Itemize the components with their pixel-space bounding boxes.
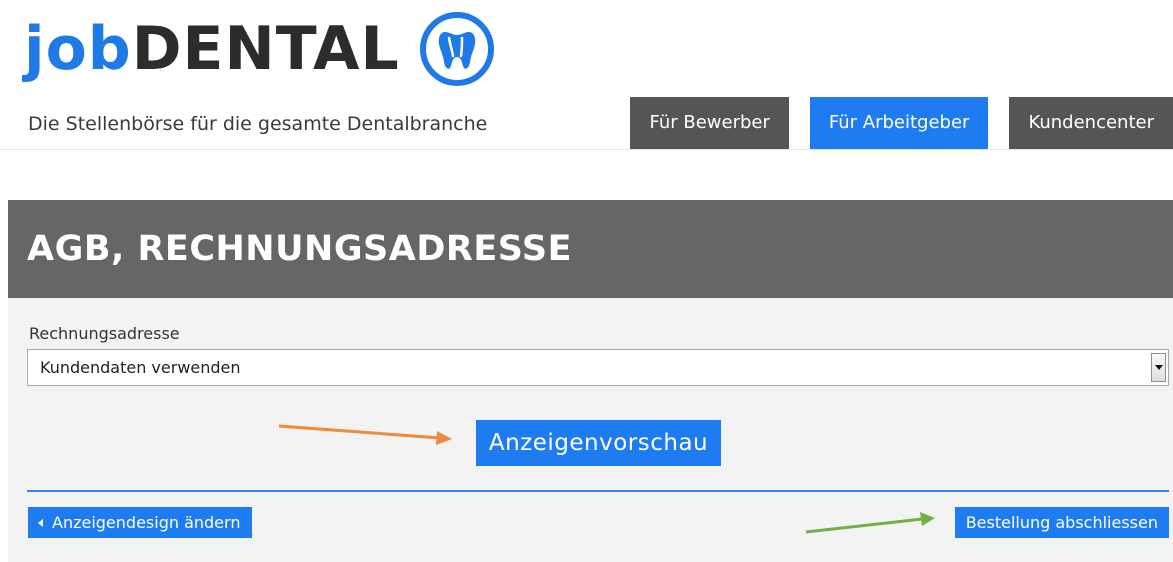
- billing-section: AGB, RECHNUNGSADRESSE Rechnungsadresse K…: [8, 200, 1173, 562]
- logo-dental-text: DENTAL: [131, 14, 400, 84]
- tagline: Die Stellenbörse für die gesamte Dentalb…: [28, 113, 488, 135]
- chevron-down-icon[interactable]: [1151, 353, 1166, 382]
- section-divider: [27, 490, 1169, 492]
- page-title: AGB, RECHNUNGSADRESSE: [27, 229, 573, 269]
- caret-left-icon: [38, 518, 43, 527]
- finish-order-button[interactable]: Bestellung abschliessen: [954, 507, 1169, 538]
- billing-address-select[interactable]: Kundendaten verwenden: [27, 349, 1169, 386]
- billing-address-select-value: Kundendaten verwenden: [40, 358, 241, 377]
- main-nav: Für Bewerber Für Arbeitgeber Kundencente…: [609, 97, 1173, 149]
- nav-item-bewerber[interactable]: Für Bewerber: [630, 97, 789, 149]
- back-button[interactable]: Anzeigendesign ändern: [28, 507, 253, 538]
- tooth-icon: [418, 10, 496, 88]
- nav-item-kundencenter[interactable]: Kundencenter: [1009, 97, 1173, 149]
- logo-job-text: job: [24, 14, 132, 84]
- back-button-label: Anzeigendesign ändern: [52, 513, 241, 532]
- billing-address-label: Rechnungsadresse: [29, 324, 180, 343]
- nav-item-arbeitgeber[interactable]: Für Arbeitgeber: [809, 97, 989, 149]
- section-header: AGB, RECHNUNGSADRESSE: [8, 200, 1173, 298]
- header-divider: [0, 149, 1173, 150]
- ad-preview-button[interactable]: Anzeigenvorschau: [476, 420, 721, 466]
- site-logo[interactable]: job DENTAL: [24, 10, 496, 88]
